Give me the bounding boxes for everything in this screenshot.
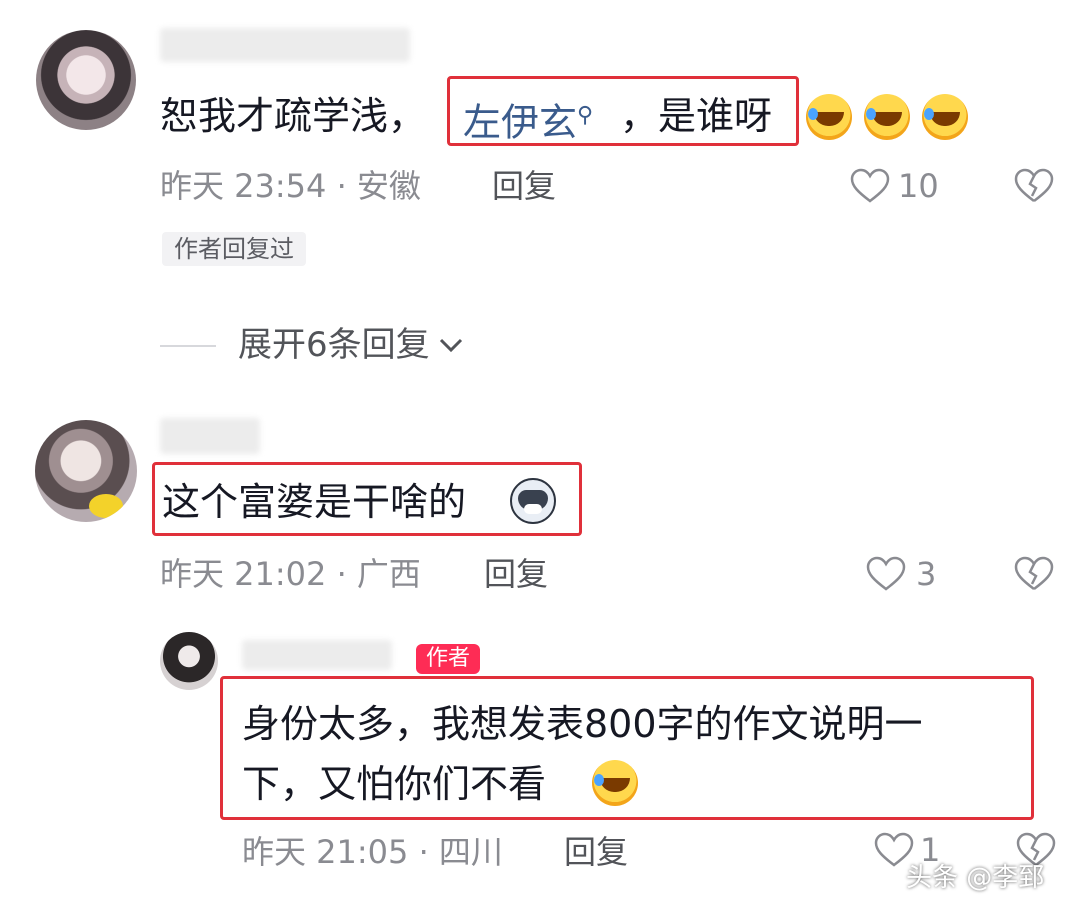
- dislike-button[interactable]: [1014, 556, 1054, 592]
- author-replied-tag: 作者回复过: [162, 232, 306, 266]
- dislike-button[interactable]: [1014, 168, 1054, 204]
- expand-replies-label: 展开6条回复: [238, 325, 430, 365]
- comment-text-prefix: 恕我才疏学浅，: [160, 94, 427, 138]
- husky-emoji-icon: [510, 478, 556, 524]
- like-count: 10: [898, 167, 939, 205]
- comment-time: 昨天 21:05 · 四川: [242, 833, 503, 871]
- reply-text-line2: 下，又怕你们不看: [242, 762, 547, 806]
- avatar[interactable]: [160, 632, 218, 690]
- laughing-emoji-icon: [592, 760, 638, 806]
- laughing-emoji-icon: [922, 94, 968, 140]
- divider: [160, 345, 216, 347]
- comment-text-suffix: ，是谁呀: [620, 94, 773, 138]
- like-button[interactable]: [866, 556, 906, 592]
- search-link[interactable]: 左伊玄⚲: [463, 92, 593, 147]
- watermark: 头条 @李郅: [906, 863, 1045, 893]
- expand-replies-button[interactable]: 展开6条回复: [238, 324, 466, 366]
- reply-button[interactable]: 回复: [564, 832, 628, 872]
- chevron-down-icon: [439, 338, 462, 353]
- reply-button[interactable]: 回复: [484, 554, 548, 594]
- broken-heart-icon: [1014, 556, 1054, 590]
- search-link-text: 左伊玄: [463, 100, 578, 145]
- heart-icon: [850, 168, 890, 203]
- username-blurred[interactable]: [160, 28, 410, 62]
- comment-time: 昨天 21:02 · 广西: [160, 555, 421, 593]
- comment-text: 这个富婆是干啥的: [162, 480, 467, 524]
- laughing-emoji-icon: [806, 94, 852, 140]
- heart-icon: [866, 556, 906, 591]
- author-badge: 作者: [416, 644, 481, 674]
- comment-text: 恕我才疏学浅，: [160, 92, 426, 140]
- avatar[interactable]: [36, 30, 136, 130]
- username-blurred[interactable]: [242, 640, 392, 670]
- like-count: 3: [916, 555, 937, 593]
- username-blurred[interactable]: [160, 418, 260, 454]
- comment-time: 昨天 23:54 · 安徽: [160, 167, 421, 205]
- search-icon: ⚲: [577, 103, 594, 128]
- avatar[interactable]: [35, 420, 137, 522]
- reply-button[interactable]: 回复: [492, 166, 556, 206]
- laughing-emoji-icon: [864, 94, 910, 140]
- like-button[interactable]: [850, 168, 890, 204]
- broken-heart-icon: [1014, 168, 1054, 202]
- reply-text-line1: 身份太多，我想发表800字的作文说明一: [242, 702, 923, 746]
